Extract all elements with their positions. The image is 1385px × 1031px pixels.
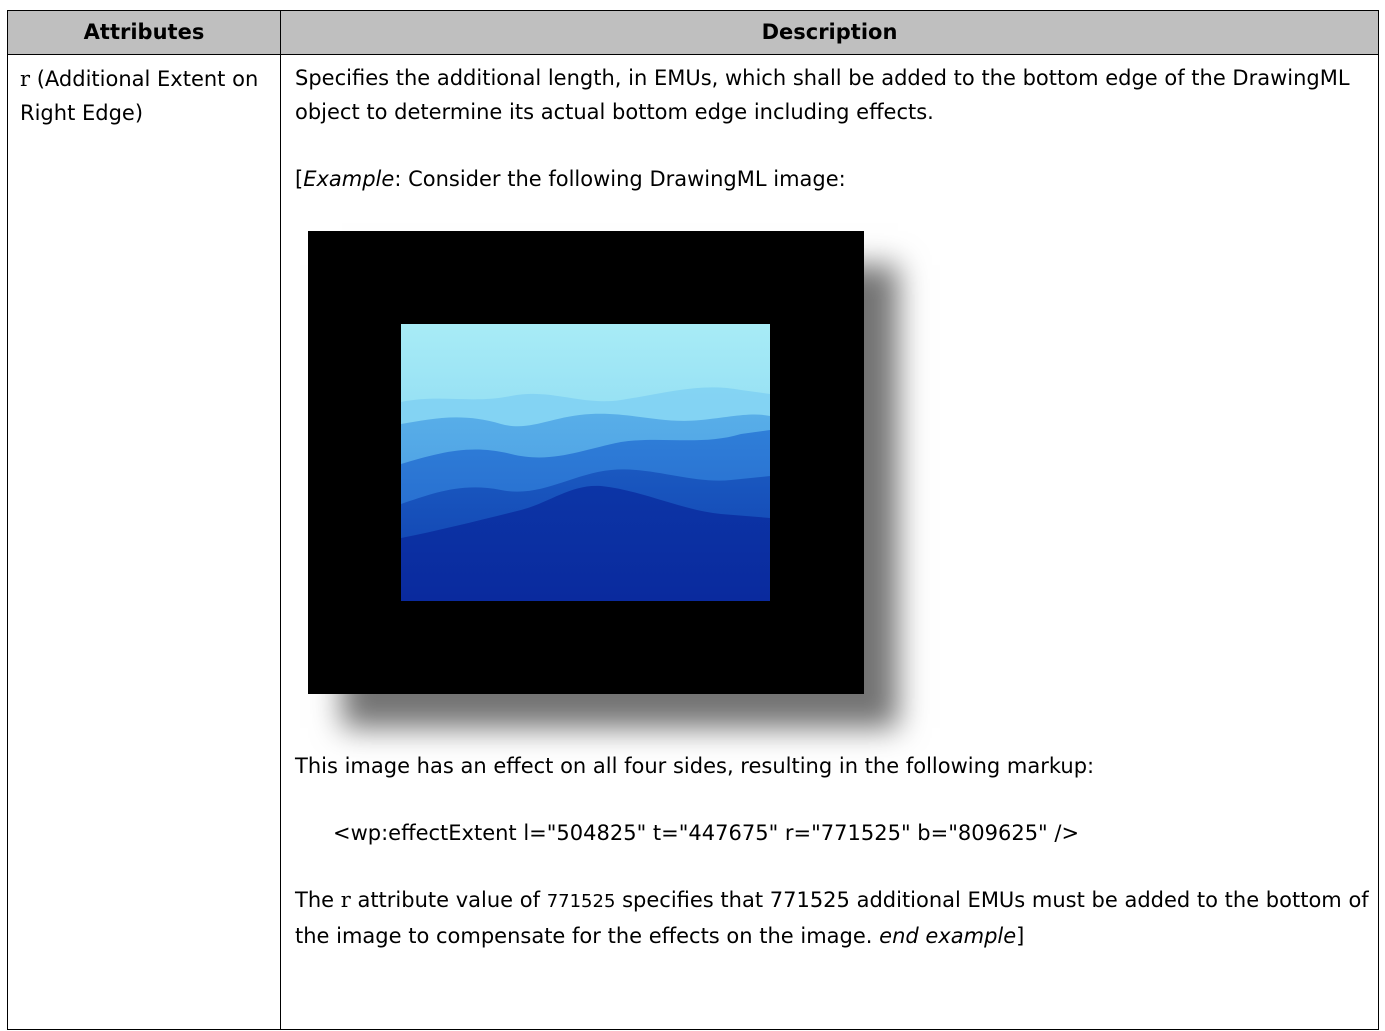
header-description: Description xyxy=(280,10,1379,55)
code-sample: <wp:effectExtent l="504825" t="447675" r… xyxy=(333,821,1080,845)
final-paragraph: The r attribute value of 771525 specifie… xyxy=(295,883,1378,953)
attribute-label: (Additional Extent on Right Edge) xyxy=(20,67,259,125)
example-intro: [Example: Consider the following Drawing… xyxy=(295,162,1378,196)
final-close-bracket: ] xyxy=(1016,924,1025,948)
description-paragraph: Specifies the additional length, in EMUs… xyxy=(295,66,1350,124)
end-example: end example xyxy=(879,924,1017,948)
attribute-cell: r (Additional Extent on Right Edge) xyxy=(7,54,281,1030)
image-black-frame xyxy=(308,231,864,694)
final-prefix: The xyxy=(295,888,341,912)
table-row: r (Additional Extent on Right Edge) Spec… xyxy=(7,54,1379,1030)
final-attr-name: r xyxy=(340,888,351,912)
example-open-bracket: [ xyxy=(295,167,304,191)
final-value: 771525 xyxy=(546,891,616,912)
example-intro-text: : Consider the following DrawingML image… xyxy=(394,167,846,191)
markup-intro: This image has an effect on all four sid… xyxy=(295,754,1095,778)
description-cell: Specifies the additional length, in EMUs… xyxy=(280,54,1379,1030)
example-figure xyxy=(295,209,935,749)
attribute-name: r xyxy=(20,67,31,91)
mountain-landscape-image xyxy=(401,324,770,601)
final-mid1: attribute value of xyxy=(350,888,547,912)
example-word: Example xyxy=(303,167,395,191)
attributes-table: Attributes Description r (Additional Ext… xyxy=(7,10,1379,1030)
table-header-row: Attributes Description xyxy=(7,10,1379,55)
header-attributes: Attributes xyxy=(7,10,281,55)
